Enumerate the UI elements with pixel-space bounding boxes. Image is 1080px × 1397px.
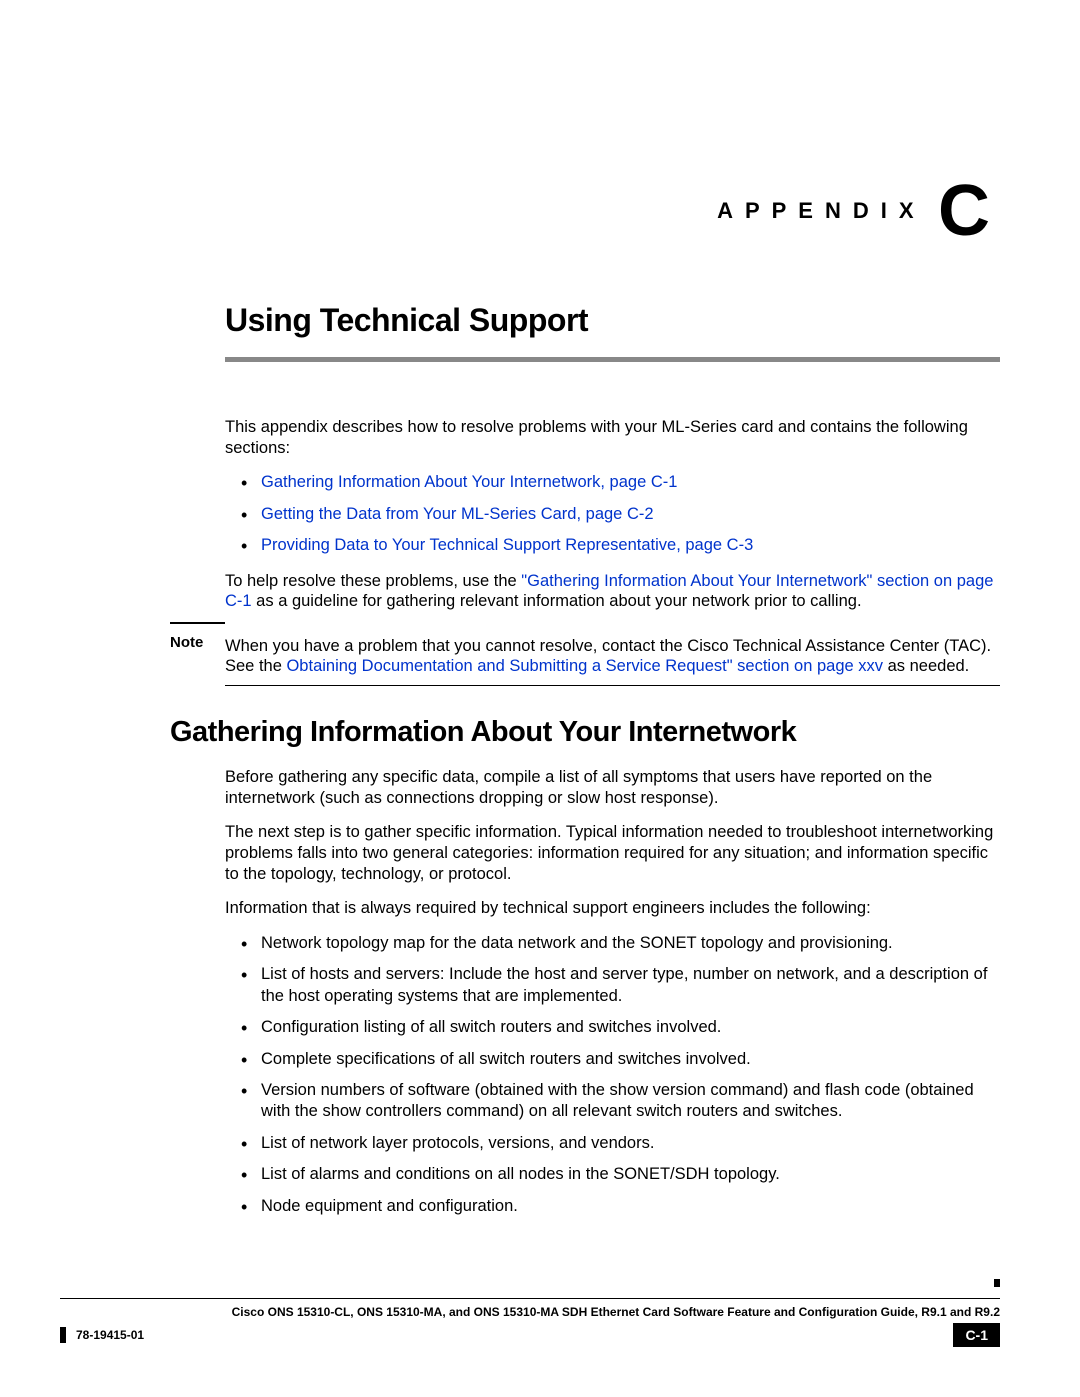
- xref-link[interactable]: Getting the Data from Your ML-Series Car…: [261, 505, 654, 523]
- list-item: Gathering Information About Your Interne…: [225, 472, 1000, 493]
- document-page: APPENDIX C Using Technical Support This …: [0, 0, 1080, 1397]
- note-label-wrap: Note: [170, 622, 225, 652]
- info-bullet-list: Network topology map for the data networ…: [225, 933, 1000, 1217]
- footer-title-bar: Cisco ONS 15310-CL, ONS 15310-MA, and ON…: [60, 1298, 1000, 1319]
- list-item: List of network layer protocols, version…: [225, 1133, 1000, 1154]
- appendix-header: APPENDIX C: [60, 170, 1000, 252]
- section-p2: The next step is to gather specific info…: [225, 822, 1000, 884]
- section-p3: Information that is always required by t…: [225, 898, 1000, 919]
- appendix-letter: C: [938, 171, 990, 251]
- note-wrapper: Note When you have a problem that you ca…: [225, 630, 1000, 686]
- footer-title: Cisco ONS 15310-CL, ONS 15310-MA, and ON…: [232, 1305, 1000, 1319]
- footer-bottom-bar: 78-19415-01 C-1: [60, 1323, 1000, 1347]
- intro-paragraph: This appendix describes how to resolve p…: [225, 417, 1000, 458]
- section-body: Before gathering any specific data, comp…: [225, 767, 1000, 1217]
- note-text: When you have a problem that you cannot …: [225, 636, 1000, 677]
- list-item: Getting the Data from Your ML-Series Car…: [225, 504, 1000, 525]
- text-span: as a guideline for gathering relevant in…: [252, 592, 862, 610]
- page-number: C-1: [953, 1323, 1000, 1347]
- doc-id: 78-19415-01: [76, 1328, 144, 1342]
- list-item: Version numbers of software (obtained wi…: [225, 1080, 1000, 1123]
- intro-link-list: Gathering Information About Your Interne…: [225, 472, 1000, 556]
- help-paragraph: To help resolve these problems, use the …: [225, 571, 1000, 612]
- text-span: To help resolve these problems, use the: [225, 572, 521, 590]
- xref-link[interactable]: Providing Data to Your Technical Support…: [261, 536, 753, 554]
- list-item: Configuration listing of all switch rout…: [225, 1017, 1000, 1038]
- xref-link[interactable]: Obtaining Documentation and Submitting a…: [286, 657, 883, 675]
- chapter-title: Using Technical Support: [225, 302, 1000, 362]
- list-item: Node equipment and configuration.: [225, 1196, 1000, 1217]
- list-item: Providing Data to Your Technical Support…: [225, 535, 1000, 556]
- list-item: Complete specifications of all switch ro…: [225, 1049, 1000, 1070]
- list-item: List of hosts and servers: Include the h…: [225, 964, 1000, 1007]
- section-title: Gathering Information About Your Interne…: [170, 716, 1000, 749]
- note-block: Note When you have a problem that you ca…: [225, 630, 1000, 686]
- list-item: List of alarms and conditions on all nod…: [225, 1164, 1000, 1185]
- xref-link[interactable]: Gathering Information About Your Interne…: [261, 473, 677, 491]
- list-item: Network topology map for the data networ…: [225, 933, 1000, 954]
- section-p1: Before gathering any specific data, comp…: [225, 767, 1000, 808]
- text-span: as needed.: [883, 657, 969, 675]
- note-label: Note: [170, 634, 203, 651]
- footer-tick-icon: [994, 1279, 1000, 1287]
- footer-tick-icon: [60, 1327, 66, 1343]
- appendix-label: APPENDIX: [717, 198, 925, 223]
- intro-block: This appendix describes how to resolve p…: [225, 417, 1000, 612]
